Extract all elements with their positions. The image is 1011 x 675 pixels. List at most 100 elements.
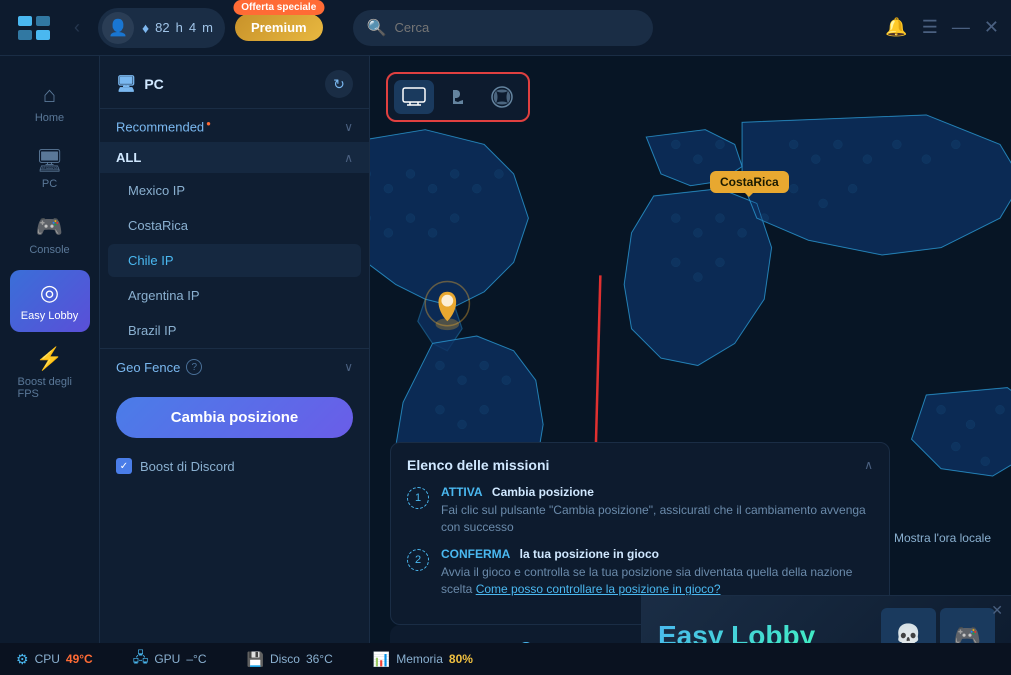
discord-boost-label: Boost di Discord (140, 459, 235, 474)
region-item-costarica[interactable]: CostaRica (108, 209, 361, 242)
geo-fence-label: Geo Fence ? (116, 359, 202, 375)
memory-status: 📊 Memoria 80% (373, 651, 473, 668)
pc-panel-icon: 🖥 (116, 74, 136, 94)
gpu-label: GPU (154, 652, 180, 666)
mission-chevron[interactable]: ∧ (864, 458, 873, 472)
geo-fence-help-icon[interactable]: ? (186, 359, 202, 375)
sidebar-item-fps-boost[interactable]: ⚡ Boost degli FPS (10, 336, 90, 410)
recommended-label: Recommended● (116, 119, 211, 134)
minimize-icon[interactable]: — (952, 17, 970, 38)
recommended-dot: ● (206, 119, 211, 128)
main-layout: ⌂ Home 🖥 PC 🎮 Console ◎ Easy Lobby ⚡ Boo… (0, 56, 1011, 675)
refresh-button[interactable]: ↻ (325, 70, 353, 98)
premium-button[interactable]: Offerta speciale Premium (235, 14, 323, 41)
mission-step-1: 1 ATTIVA Cambia posizione Fai clic sul p… (407, 485, 873, 536)
platform-tabs (386, 72, 530, 122)
close-icon[interactable]: ✕ (984, 17, 999, 38)
disk-value: 36°C (306, 652, 333, 666)
step-title-2: CONFERMA la tua posizione in gioco (441, 547, 873, 561)
fps-boost-icon: ⚡ (36, 346, 63, 372)
step-tag-1: ATTIVA (441, 485, 483, 499)
diamond-icon: ♦ (142, 20, 149, 36)
cpu-label: CPU (35, 652, 60, 666)
show-local-time-label: Mostra l'ora locale (894, 531, 991, 545)
sidebar-item-label: Easy Lobby (21, 310, 78, 322)
gpu-icon: 🖧 (133, 647, 149, 671)
sidebar-item-home[interactable]: ⌂ Home (10, 72, 90, 134)
disk-icon: 💾 (247, 651, 264, 668)
region-item-mexico[interactable]: Mexico IP (108, 174, 361, 207)
mission-step-2: 2 CONFERMA la tua posizione in gioco Avv… (407, 547, 873, 598)
disk-status: 💾 Disco 36°C (247, 651, 333, 668)
all-header[interactable]: ALL ∧ (100, 142, 369, 173)
memory-label: Memoria (396, 652, 443, 666)
cpu-status: ⚙ CPU 49°C (16, 651, 93, 668)
back-arrow[interactable]: ‹ (66, 13, 88, 42)
status-bar: ⚙ CPU 49°C 🖧 GPU –°C 💾 Disco 36°C 📊 Memo… (0, 643, 1011, 675)
region-item-brazil[interactable]: Brazil IP (108, 314, 361, 347)
app-logo (12, 6, 56, 50)
hours-label: 82 (155, 20, 169, 35)
mission-panel-header: Elenco delle missioni ∧ (407, 457, 873, 473)
recommended-section-header[interactable]: Recommended● ∨ (100, 109, 369, 142)
search-bar[interactable]: 🔍 (353, 10, 653, 46)
sidebar-item-label: Home (35, 112, 64, 124)
discord-boost-section: ✓ Boost di Discord (100, 450, 369, 490)
panel-title: 🖥 PC (116, 74, 164, 94)
topbar-actions: 🔔 ☰ — ✕ (885, 17, 999, 38)
step-number-1: 1 (407, 487, 429, 509)
disk-label: Disco (270, 652, 300, 666)
m-label: m (202, 20, 213, 35)
search-input[interactable] (395, 20, 639, 35)
user-stats: ♦ 82 h 4 m (142, 20, 213, 36)
menu-icon[interactable]: ☰ (922, 17, 938, 38)
sidebar-item-console[interactable]: 🎮 Console (10, 204, 90, 266)
oferta-badge: Offerta speciale (233, 0, 324, 15)
sidebar-item-easy-lobby[interactable]: ◎ Easy Lobby (10, 270, 90, 332)
topbar: ‹ 👤 ♦ 82 h 4 m Offerta speciale Premium … (0, 0, 1011, 56)
mission-title: Elenco delle missioni (407, 457, 549, 473)
platform-tab-pc[interactable] (394, 80, 434, 114)
close-promo-button[interactable]: ✕ (991, 602, 1003, 619)
map-area: CostaRica Mostra l'ora locale Elenco del… (370, 56, 1011, 675)
easy-lobby-icon: ◎ (40, 280, 59, 306)
step-content-2: CONFERMA la tua posizione in gioco Avvia… (441, 547, 873, 598)
console-icon: 🎮 (36, 214, 63, 240)
memory-value: 80% (449, 652, 473, 666)
step-tag-2: CONFERMA (441, 547, 510, 561)
change-position-button[interactable]: Cambia posizione (116, 397, 353, 438)
h-label: h (176, 20, 183, 35)
sidebar-item-label: Boost degli FPS (18, 376, 82, 400)
search-icon: 🔍 (367, 18, 387, 38)
step-title-1: ATTIVA Cambia posizione (441, 485, 873, 499)
bell-icon[interactable]: 🔔 (885, 17, 907, 38)
step-action-2: la tua posizione in gioco (520, 547, 659, 561)
user-section: 👤 ♦ 82 h 4 m (98, 8, 225, 48)
cpu-icon: ⚙ (16, 651, 29, 668)
left-panel: 🖥 PC ↻ Recommended● ∨ ALL ∧ Mexico IP Co… (100, 56, 370, 675)
sidebar-item-label: Console (29, 244, 69, 256)
step-desc-2: Avvia il gioco e controlla se la tua pos… (441, 564, 873, 598)
sidebar: ⌂ Home 🖥 PC 🎮 Console ◎ Easy Lobby ⚡ Boo… (0, 56, 100, 675)
step-desc-1: Fai clic sul pulsante "Cambia posizione"… (441, 502, 873, 536)
geo-fence-section[interactable]: Geo Fence ? ∨ (100, 348, 369, 385)
sidebar-item-pc[interactable]: 🖥 PC (10, 138, 90, 200)
minutes-label: 4 (189, 20, 196, 35)
discord-boost-checkbox[interactable]: ✓ (116, 458, 132, 474)
gpu-value: –°C (186, 652, 206, 666)
platform-tab-ps[interactable] (438, 80, 478, 114)
memory-icon: 📊 (373, 651, 390, 668)
step-action-1: Cambia posizione (492, 485, 594, 499)
cpu-value: 49°C (66, 652, 93, 666)
region-item-chile[interactable]: Chile IP (108, 244, 361, 277)
costarica-tooltip[interactable]: CostaRica (710, 171, 789, 193)
premium-label: Premium (251, 20, 307, 35)
all-chevron: ∧ (344, 151, 353, 165)
panel-title-text: PC (144, 76, 163, 92)
panel-header: 🖥 PC ↻ (100, 56, 369, 109)
step-content-1: ATTIVA Cambia posizione Fai clic sul pul… (441, 485, 873, 536)
platform-tab-xbox[interactable] (482, 80, 522, 114)
step-number-2: 2 (407, 549, 429, 571)
region-item-argentina[interactable]: Argentina IP (108, 279, 361, 312)
pc-sidebar-icon: 🖥 (36, 148, 64, 174)
